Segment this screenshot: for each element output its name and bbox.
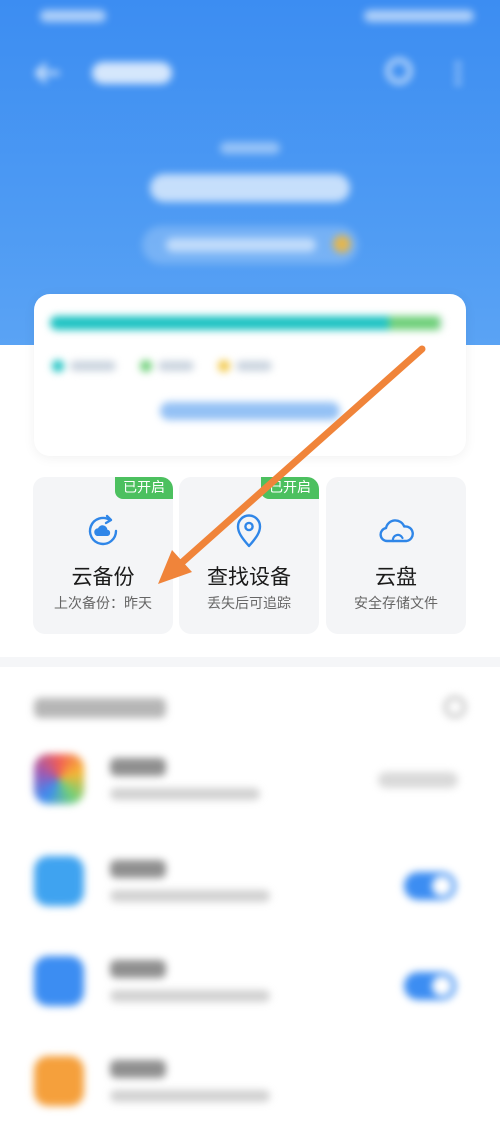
notes-app-icon [34, 1056, 84, 1106]
feature-title: 云备份 [71, 565, 135, 589]
more-options-icon[interactable] [454, 60, 462, 86]
cloud-drive-card[interactable]: 云盘 安全存储文件 [326, 477, 466, 634]
legend-label-blur [158, 361, 194, 371]
feature-subtitle: 丢失后可追踪 [207, 596, 291, 612]
watermark-logo [394, 1065, 494, 1105]
manage-storage-link[interactable] [160, 402, 340, 420]
cloud-sync-icon [88, 514, 118, 546]
section-divider [0, 657, 500, 667]
app-status-blur [110, 890, 270, 902]
calendar-app-icon [34, 956, 84, 1006]
sync-toggle[interactable] [404, 872, 456, 900]
back-arrow-icon[interactable] [34, 62, 60, 84]
enabled-status-blur [378, 772, 458, 788]
sync-toggle[interactable] [404, 972, 456, 1000]
storage-value-blur [150, 174, 350, 202]
app-row-calendar[interactable] [34, 946, 466, 1026]
section-title-blur [34, 698, 166, 718]
feature-title: 云盘 [375, 565, 417, 589]
contacts-app-icon [34, 856, 84, 906]
upgrade-storage-label-blur [166, 238, 316, 252]
legend-label-blur [70, 361, 116, 371]
find-device-card[interactable]: 已开启 查找设备 丢失后可追踪 [179, 477, 319, 634]
app-name-blur [110, 758, 166, 776]
gallery-app-icon [34, 754, 84, 804]
app-name-blur [110, 960, 166, 978]
legend-label-blur [236, 361, 272, 371]
page-title-blur [92, 62, 172, 84]
feature-title: 查找设备 [207, 565, 291, 589]
location-pin-icon [236, 514, 262, 548]
cloud-icon [379, 519, 414, 543]
legend-dot-teal [52, 360, 64, 372]
storage-usage-bar [50, 316, 444, 330]
app-row-contacts[interactable] [34, 846, 466, 926]
status-left-blur [40, 10, 106, 22]
help-icon[interactable] [444, 696, 466, 718]
app-name-blur [110, 860, 166, 878]
status-right-blur [364, 10, 474, 22]
app-status-blur [110, 990, 270, 1002]
app-name-blur [110, 1060, 166, 1078]
cloud-backup-card[interactable]: 已开启 云备份 上次备份：昨天 [33, 477, 173, 634]
app-status-blur [110, 1090, 270, 1102]
usage-segment-primary [50, 316, 389, 330]
feature-subtitle: 上次备份：昨天 [54, 596, 152, 612]
app-status-blur [110, 788, 260, 800]
app-row-gallery[interactable] [34, 744, 466, 824]
legend-dot-green [140, 360, 152, 372]
legend-dot-yellow [218, 360, 230, 372]
storage-label-blur [220, 142, 280, 154]
usage-segment-secondary [388, 316, 441, 330]
crown-icon [333, 235, 351, 253]
status-badge: 已开启 [115, 477, 173, 499]
search-icon[interactable] [386, 58, 412, 84]
feature-subtitle: 安全存储文件 [354, 596, 438, 612]
status-badge: 已开启 [261, 477, 319, 499]
